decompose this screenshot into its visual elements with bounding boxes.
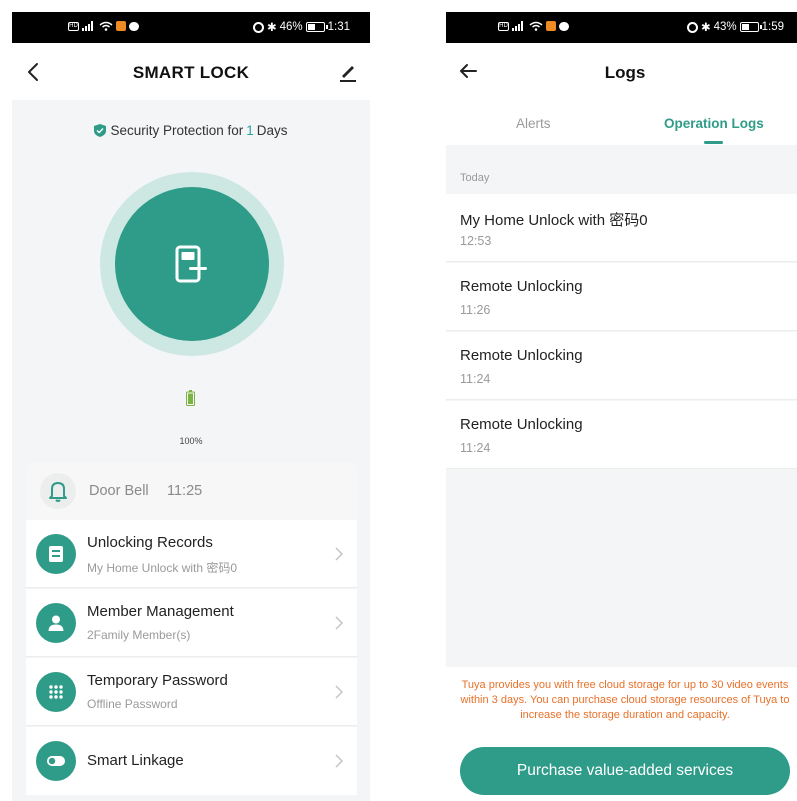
purchase-services-button[interactable]: Purchase value-added services	[460, 747, 790, 795]
hd-icon: HD	[68, 21, 79, 31]
app-header: SMART LOCK	[12, 43, 370, 100]
wifi-icon	[529, 21, 543, 31]
app-header: Logs	[446, 43, 797, 99]
wifi-icon	[99, 21, 113, 31]
lock-battery-icon	[186, 390, 195, 406]
log-time: 11:24	[460, 372, 491, 386]
status-icons-left: HD	[498, 21, 569, 31]
chevron-right-icon	[335, 754, 343, 768]
menu-title: Temporary Password	[87, 672, 228, 689]
clock: 1:31	[327, 21, 350, 33]
log-title: Remote Unlocking	[460, 347, 583, 364]
menu-title: Unlocking Records	[87, 534, 213, 551]
toggle-icon	[36, 741, 76, 781]
doorbell-time: 11:25	[167, 483, 203, 499]
app-notification-icon	[546, 21, 556, 31]
smart-lock-screen: HD ✱ 46% 1:31 SMART LOCK Security Protec…	[12, 12, 370, 801]
active-tab-indicator	[704, 141, 723, 144]
signal-icon	[82, 21, 93, 31]
log-entry[interactable]: My Home Unlock with 密码0 12:53	[446, 194, 797, 262]
doorbell-icon-wrap	[40, 473, 76, 509]
person-icon	[36, 603, 76, 643]
record-icon	[36, 534, 76, 574]
menu-subtitle: Offline Password	[87, 697, 178, 711]
security-protection-text: Security Protection for 1 Days	[12, 123, 370, 138]
page-title: Logs	[604, 63, 646, 82]
log-title: Remote Unlocking	[460, 278, 583, 295]
bell-icon	[49, 482, 67, 502]
battery-percent: 43%	[713, 21, 737, 33]
logs-screen: HD ✱ 43% 1:59 Logs Alerts Operation Logs…	[446, 12, 797, 801]
shield-check-icon	[94, 124, 107, 137]
menu-subtitle: 2Family Member(s)	[87, 628, 191, 642]
chevron-right-icon	[335, 547, 343, 561]
date-section-label: Today	[460, 172, 490, 184]
menu-item-smart-linkage[interactable]: Smart Linkage	[26, 727, 357, 795]
tab-alerts[interactable]: Alerts	[516, 116, 551, 131]
log-time: 11:24	[460, 441, 491, 455]
bluetooth-icon: ✱	[700, 22, 711, 34]
menu-item-temporary-password[interactable]: Temporary Password Offline Password	[26, 658, 357, 726]
log-time: 12:53	[460, 234, 492, 248]
signal-icon	[512, 21, 523, 31]
log-title: Remote Unlocking	[460, 416, 583, 433]
log-entry[interactable]: Remote Unlocking 11:24	[446, 401, 797, 469]
status-bar: HD ✱ 43% 1:59	[446, 12, 797, 43]
clock: 1:59	[761, 21, 784, 33]
doorbell-label: Door Bell	[89, 483, 149, 499]
security-prefix: Security Protection for	[110, 123, 244, 138]
security-days: 1	[246, 123, 254, 138]
hd-icon: HD	[498, 21, 509, 31]
message-icon	[129, 21, 139, 31]
doorbell-row[interactable]: Door Bell 11:25	[26, 462, 357, 520]
cloud-storage-notice: Tuya provides you with free cloud storag…	[460, 679, 790, 721]
edit-pencil-icon[interactable]	[334, 58, 362, 86]
battery-status-icon	[739, 22, 762, 32]
log-tabs: Alerts Operation Logs	[446, 99, 797, 145]
menu-subtitle: My Home Unlock with 密码0	[87, 561, 238, 575]
menu-item-unlocking-records[interactable]: Unlocking Records My Home Unlock with 密码…	[26, 520, 357, 588]
page-title: SMART LOCK	[132, 63, 250, 82]
bluetooth-icon: ✱	[266, 22, 277, 34]
menu-item-member-management[interactable]: Member Management 2Family Member(s)	[26, 589, 357, 657]
cloud-storage-panel: Tuya provides you with free cloud storag…	[446, 667, 797, 801]
unlock-button[interactable]	[115, 187, 269, 341]
alarm-icon	[252, 21, 264, 33]
message-icon	[559, 21, 569, 31]
keypad-icon	[36, 672, 76, 712]
door-lock-icon	[175, 245, 207, 283]
battery-status-icon	[305, 22, 328, 32]
chevron-right-icon	[335, 616, 343, 630]
status-icons-right: ✱ 46% 1:31	[252, 20, 350, 34]
status-icons-left: HD	[68, 21, 139, 31]
chevron-right-icon	[335, 685, 343, 699]
log-entry[interactable]: Remote Unlocking 11:24	[446, 332, 797, 400]
status-icons-right: ✱ 43% 1:59	[686, 20, 784, 34]
security-suffix: Days	[256, 123, 288, 138]
log-time: 11:26	[460, 303, 491, 317]
log-title: My Home Unlock with 密码0	[460, 212, 648, 229]
battery-percent: 46%	[279, 21, 303, 33]
menu-title: Smart Linkage	[87, 752, 184, 769]
alarm-icon	[686, 21, 698, 33]
status-bar: HD ✱ 46% 1:31	[12, 12, 370, 43]
menu-title: Member Management	[87, 603, 234, 620]
tab-operation-logs[interactable]: Operation Logs	[664, 116, 764, 131]
lock-battery-percent: 100%	[179, 436, 203, 446]
log-entry[interactable]: Remote Unlocking 11:26	[446, 263, 797, 331]
app-notification-icon	[116, 21, 126, 31]
